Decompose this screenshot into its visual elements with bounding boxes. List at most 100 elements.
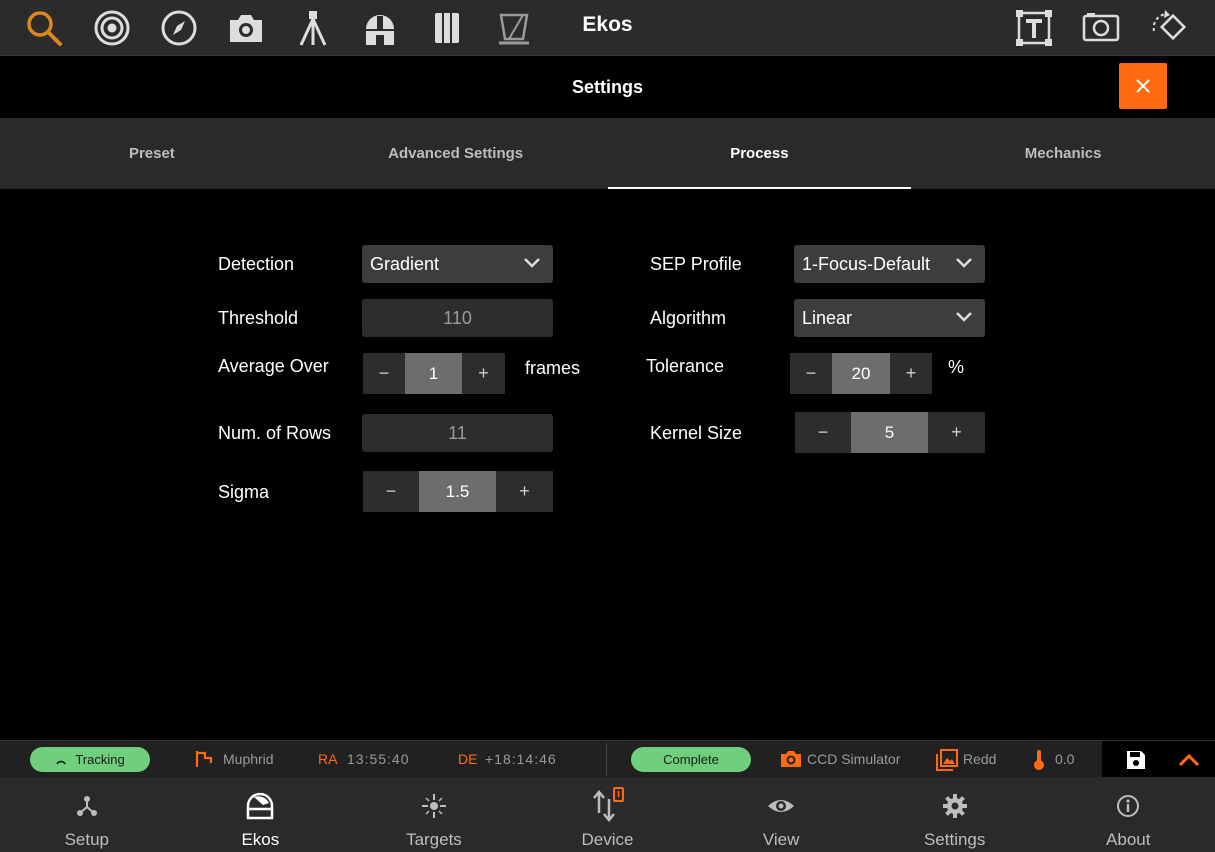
sigma-increment-button[interactable]: + [496, 471, 553, 512]
nav-label: Setup [64, 830, 109, 849]
nav-targets[interactable]: Targets [347, 777, 521, 852]
text-frame-icon[interactable] [1012, 6, 1056, 50]
compass-icon[interactable] [157, 6, 201, 50]
info-icon [1117, 795, 1140, 817]
rotate-screen-icon[interactable] [1146, 6, 1190, 50]
nav-setup[interactable]: Setup [0, 777, 174, 852]
algorithm-value: Linear [802, 308, 853, 328]
tab-process[interactable]: Process [607, 118, 912, 189]
tab-preset[interactable]: Preset [0, 118, 304, 189]
detection-value: Gradient [370, 254, 440, 274]
nav-view[interactable]: View [694, 777, 868, 852]
chevron-up-icon[interactable] [1178, 753, 1200, 767]
num-rows-label: Num. of Rows [218, 423, 332, 443]
capture-status-text: Complete [663, 752, 719, 767]
status-bar: Tracking Muphrid RA 13:55:40 DE +18:14:4… [0, 740, 1215, 778]
close-button[interactable] [1119, 63, 1167, 109]
tab-advanced-settings[interactable]: Advanced Settings [304, 118, 608, 189]
save-icon[interactable] [1126, 750, 1146, 770]
target-icon[interactable] [90, 6, 134, 50]
average-over-label: Average Over [218, 356, 329, 376]
sigma-stepper: − 1.5 + [363, 471, 553, 512]
thermometer-icon [1034, 750, 1044, 770]
camera-name: CCD Simulator [807, 751, 901, 767]
settings-tabs: Preset Advanced Settings Process Mechani… [0, 118, 1215, 189]
tracking-status-text: Tracking [75, 752, 125, 767]
tolerance-value[interactable]: 20 [832, 353, 890, 394]
threshold-label: Threshold [218, 308, 299, 328]
status-divider [606, 743, 607, 776]
sigma-label: Sigma [218, 482, 270, 502]
algorithm-select[interactable]: Linear [794, 299, 985, 337]
average-over-unit: frames [525, 358, 581, 378]
observatory-dome-icon[interactable] [358, 6, 402, 50]
average-over-value[interactable]: 1 [405, 353, 462, 394]
gear-icon [942, 794, 967, 818]
camera-icon[interactable] [224, 6, 268, 50]
tracking-arc-icon [56, 760, 67, 764]
tolerance-increment-button[interactable]: + [890, 353, 932, 394]
setup-network-icon [76, 796, 97, 816]
kernel-size-increment-button[interactable]: + [928, 412, 985, 453]
tab-mechanics[interactable]: Mechanics [911, 118, 1215, 189]
tolerance-stepper: − 20 + [790, 353, 932, 394]
kernel-size-value[interactable]: 5 [851, 412, 928, 453]
device-transfer-icon [592, 787, 624, 822]
telescope-target-icon [195, 751, 213, 767]
nav-label: View [762, 830, 800, 849]
de-label: DE [458, 751, 478, 767]
average-over-decrement-button[interactable]: − [363, 353, 405, 394]
camera-icon [781, 751, 801, 767]
mount-tripod-icon[interactable] [291, 6, 335, 50]
app-title: Ekos [582, 13, 633, 36]
search-icon[interactable] [22, 6, 66, 50]
sigma-decrement-button[interactable]: − [363, 471, 419, 512]
kernel-size-decrement-button[interactable]: − [795, 412, 851, 453]
nav-ekos[interactable]: Ekos [174, 777, 348, 852]
temperature-value: 0.0 [1055, 751, 1075, 767]
mount-target-name: Muphrid [223, 751, 274, 767]
nav-device[interactable]: Device [521, 777, 695, 852]
nav-label: Ekos [241, 830, 280, 849]
kernel-size-label: Kernel Size [650, 423, 743, 443]
kernel-size-stepper: − 5 + [795, 412, 985, 453]
nav-about[interactable]: About [1041, 777, 1215, 852]
tolerance-decrement-button[interactable]: − [790, 353, 832, 394]
settings-title: Settings [571, 77, 643, 97]
nav-settings[interactable]: Settings [868, 777, 1042, 852]
filter-wheel-icon[interactable] [425, 6, 469, 50]
chevron-down-icon [956, 312, 972, 322]
flat-panel-icon[interactable] [492, 6, 536, 50]
tolerance-unit: % [948, 357, 965, 377]
sigma-value[interactable]: 1.5 [419, 471, 496, 512]
ra-value: 13:55:40 [347, 751, 410, 767]
sep-profile-value: 1-Focus-Default [802, 254, 931, 274]
nav-label: Targets [406, 830, 462, 849]
detection-select[interactable]: Gradient [362, 245, 553, 283]
nav-label: Settings [923, 830, 986, 849]
ra-label: RA [318, 751, 338, 767]
ekos-dome-icon [247, 792, 274, 820]
sep-profile-select[interactable]: 1-Focus-Default [794, 245, 985, 283]
capture-status-badge[interactable]: Complete [631, 747, 751, 772]
tolerance-label: Tolerance [646, 356, 725, 376]
bottom-navigation: Setup Ekos Targets Device View Settings … [0, 777, 1215, 852]
eye-icon [768, 800, 795, 812]
threshold-input[interactable]: 110 [362, 299, 553, 337]
algorithm-label: Algorithm [650, 308, 727, 328]
targets-star-icon [421, 794, 446, 818]
filter-name: Redd [963, 751, 997, 767]
settings-header: Settings [0, 56, 1215, 118]
nav-label: Device [581, 830, 634, 849]
chevron-down-icon [956, 258, 972, 268]
num-rows-input[interactable]: 11 [362, 414, 553, 452]
chevron-down-icon [524, 258, 540, 268]
average-over-stepper: − 1 + [363, 353, 505, 394]
close-icon [1136, 79, 1150, 93]
tracking-status-badge[interactable]: Tracking [30, 747, 150, 772]
average-over-increment-button[interactable]: + [462, 353, 505, 394]
sep-profile-label: SEP Profile [650, 254, 742, 274]
capture-preview-icon[interactable] [1079, 6, 1123, 50]
top-toolbar: Ekos [0, 0, 1215, 56]
nav-label: About [1106, 830, 1151, 849]
